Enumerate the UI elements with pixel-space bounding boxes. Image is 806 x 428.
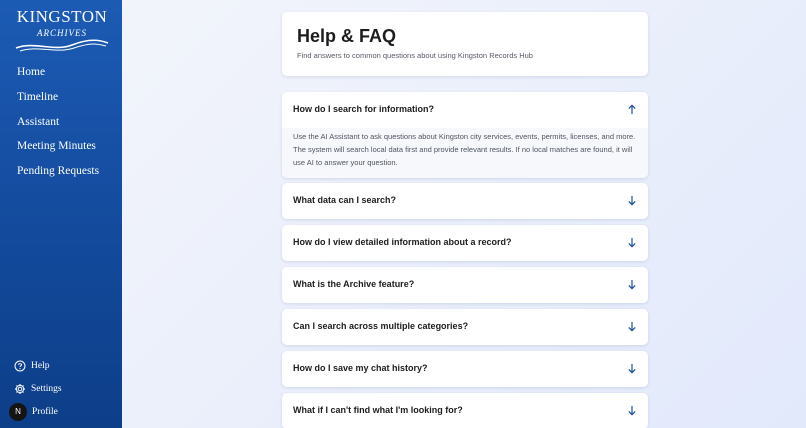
help-link[interactable]: Help — [14, 354, 62, 377]
faq-item-record-details[interactable]: How do I view detailed information about… — [282, 225, 648, 261]
avatar: N — [9, 402, 27, 421]
nav-item-timeline[interactable]: Timeline — [17, 89, 99, 114]
arrow-down-icon — [628, 238, 636, 248]
logo-wave-icon — [15, 39, 109, 52]
nav-item-assistant[interactable]: Assistant — [17, 114, 99, 139]
page-header-card: Help & FAQ Find answers to common questi… — [282, 12, 648, 76]
faq-question: How do I view detailed information about… — [293, 237, 512, 247]
profile-link[interactable]: N Profile — [9, 400, 62, 423]
faq-item-cant-find[interactable]: What if I can't find what I'm looking fo… — [282, 393, 648, 428]
arrow-down-icon — [628, 280, 636, 290]
logo-title: KINGSTON — [16, 7, 108, 26]
arrow-down-icon — [628, 322, 636, 332]
profile-label: Profile — [32, 406, 58, 417]
kingston-archives-logo[interactable]: KINGSTON ARCHIVES — [12, 7, 112, 52]
page-subtitle: Find answers to common questions about u… — [297, 51, 533, 60]
faq-question: What if I can't find what I'm looking fo… — [293, 405, 463, 415]
help-label: Help — [31, 360, 50, 371]
nav-item-meeting-minutes[interactable]: Meeting Minutes — [17, 138, 99, 163]
faq-item-search[interactable]: How do I search for information? Use the… — [282, 92, 648, 178]
faq-item-data[interactable]: What data can I search? — [282, 183, 648, 219]
faq-question: What data can I search? — [293, 195, 397, 205]
faq-question: How do I search for information? — [293, 104, 435, 114]
nav-item-home[interactable]: Home — [17, 64, 99, 89]
faq-item-archive[interactable]: What is the Archive feature? — [282, 267, 648, 303]
faq-question: Can I search across multiple categories? — [293, 321, 469, 331]
page-title: Help & FAQ — [297, 26, 397, 46]
arrow-down-icon — [628, 364, 636, 374]
faq-item-chat-history[interactable]: How do I save my chat history? — [282, 351, 648, 387]
main-nav: Home Timeline Assistant Meeting Minutes … — [17, 64, 99, 188]
sidebar: KINGSTON ARCHIVES Home Timeline Assistan… — [0, 0, 122, 428]
bottom-nav: Help Settings N Profile — [9, 354, 62, 423]
settings-link[interactable]: Settings — [14, 377, 62, 400]
faq-item-categories[interactable]: Can I search across multiple categories? — [282, 309, 648, 345]
faq-question: How do I save my chat history? — [293, 363, 428, 373]
settings-label: Settings — [31, 383, 62, 394]
arrow-down-icon — [628, 196, 636, 206]
arrow-up-icon — [628, 104, 636, 114]
nav-item-pending-requests[interactable]: Pending Requests — [17, 163, 99, 188]
arrow-down-icon — [628, 406, 636, 416]
gear-icon — [14, 383, 26, 395]
help-circle-icon — [14, 360, 26, 372]
faq-answer: Use the AI Assistant to ask questions ab… — [282, 128, 648, 178]
faq-question: What is the Archive feature? — [293, 279, 415, 289]
